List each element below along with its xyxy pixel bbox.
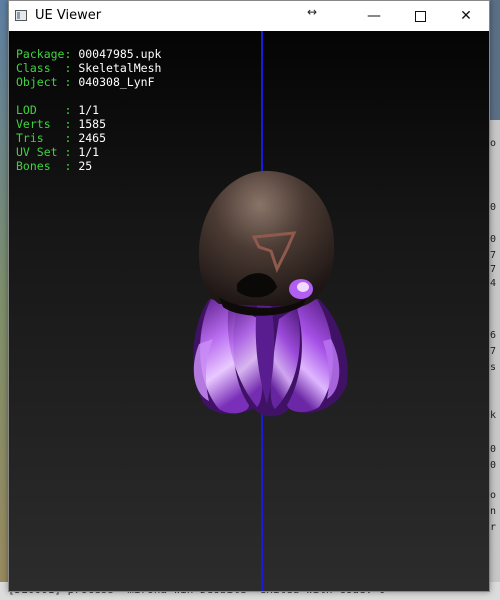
- console-char: s: [490, 362, 497, 373]
- info-label: Bones :: [16, 159, 72, 173]
- info-value: 00047985.upk: [78, 47, 162, 61]
- console-char: 7: [490, 346, 497, 357]
- 3d-viewport[interactable]: Package: 00047985.upk Class : SkeletalMe…: [9, 31, 489, 591]
- console-char: 0: [490, 460, 497, 471]
- ue-viewer-window[interactable]: UE Viewer ↔ — ✕ Package: 00047985.upk Cl…: [8, 0, 490, 592]
- title-bar[interactable]: UE Viewer ↔ — ✕: [9, 1, 489, 31]
- info-label: Verts :: [16, 117, 72, 131]
- info-row-bones: Bones : 25: [16, 159, 161, 173]
- info-row-package: Package: 00047985.upk: [16, 47, 161, 61]
- console-char: o: [490, 490, 497, 501]
- info-value: 1/1: [78, 103, 100, 117]
- info-label: Object :: [16, 75, 72, 89]
- console-char: 7: [490, 264, 497, 275]
- info-value: 1585: [78, 117, 107, 131]
- info-row-verts: Verts : 1585: [16, 117, 161, 131]
- info-value: 1/1: [78, 145, 100, 159]
- console-char: o: [490, 138, 497, 149]
- info-row-class: Class : SkeletalMesh: [16, 61, 161, 75]
- console-char: 7: [490, 250, 497, 261]
- mesh-info-overlay: Package: 00047985.upk Class : SkeletalMe…: [16, 47, 161, 173]
- window-title: UE Viewer: [35, 8, 102, 23]
- info-value: 25: [78, 159, 93, 173]
- info-label: Class :: [16, 61, 72, 75]
- console-char: 0: [490, 234, 497, 245]
- info-label: Package:: [16, 47, 72, 61]
- info-row-lod: LOD : 1/1: [16, 103, 161, 117]
- info-value: 040308_LynF: [78, 75, 155, 89]
- hair-helmet-mesh: [193, 170, 348, 417]
- console-char: 4: [490, 278, 497, 289]
- info-row-tris: Tris : 2465: [16, 131, 161, 145]
- resize-cursor-icon: ↔: [307, 5, 318, 19]
- console-char: 0: [490, 444, 497, 455]
- maximize-button[interactable]: [397, 1, 443, 31]
- console-char: 6: [490, 330, 497, 341]
- info-value: SkeletalMesh: [78, 61, 162, 75]
- info-row-uvset: UV Set : 1/1: [16, 145, 161, 159]
- close-button[interactable]: ✕: [443, 1, 489, 31]
- console-char: r: [490, 522, 497, 533]
- info-row-object: Object : 040308_LynF: [16, 75, 161, 89]
- close-icon: ✕: [460, 8, 472, 24]
- minimize-icon: —: [367, 8, 381, 24]
- info-label: LOD :: [16, 103, 72, 117]
- console-char: n: [490, 506, 497, 517]
- info-label: Tris :: [16, 131, 72, 145]
- info-label: UV Set :: [16, 145, 72, 159]
- console-char: k: [490, 410, 497, 421]
- minimize-button[interactable]: —: [351, 1, 397, 31]
- console-char: 0: [490, 202, 497, 213]
- info-value: 2465: [78, 131, 107, 145]
- app-icon: [15, 10, 27, 21]
- maximize-icon: [414, 10, 426, 22]
